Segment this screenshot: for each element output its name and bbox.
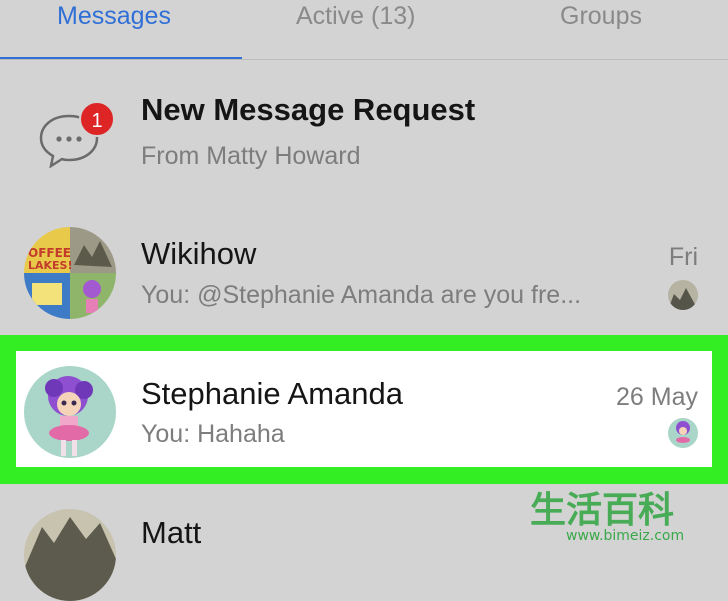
request-subtitle: From Matty Howard <box>141 142 361 170</box>
watermark-chars: 生活百科 <box>530 490 674 531</box>
tab-groups[interactable]: Groups <box>560 2 642 31</box>
conversation-time: 26 May <box>616 383 698 411</box>
conversation-time: Fri <box>668 243 698 271</box>
conversation-row-wikihow[interactable]: OFFEE LAKES! Wikihow You: @Stephanie Ama… <box>0 200 728 335</box>
watermark-url: www.bimeiz.com <box>566 528 684 544</box>
request-title: New Message Request <box>141 92 476 127</box>
read-receipt-avatar <box>668 280 698 310</box>
conversation-preview: You: @Stephanie Amanda are you fre... <box>141 281 582 309</box>
watermark: 生活百科 www.bimeiz.com <box>526 484 728 546</box>
avatar <box>24 366 116 458</box>
read-receipt-avatar <box>668 418 698 448</box>
unread-badge: 1 <box>79 101 115 137</box>
message-request-row[interactable]: 1 New Message Request From Matty Howard <box>0 60 728 200</box>
avatar <box>24 509 116 601</box>
tab-messages[interactable]: Messages <box>57 2 171 31</box>
avatar: OFFEE LAKES! <box>24 227 116 319</box>
tab-bar: Messages Active (13) Groups <box>0 0 728 60</box>
conversation-name: Wikihow <box>141 236 257 271</box>
tab-active[interactable]: Active (13) <box>296 2 415 31</box>
svg-text:LAKES!: LAKES! <box>28 259 73 272</box>
svg-text:OFFEE: OFFEE <box>28 246 71 260</box>
conversation-name: Stephanie Amanda <box>141 376 403 411</box>
conversation-preview: You: Hahaha <box>141 420 285 448</box>
